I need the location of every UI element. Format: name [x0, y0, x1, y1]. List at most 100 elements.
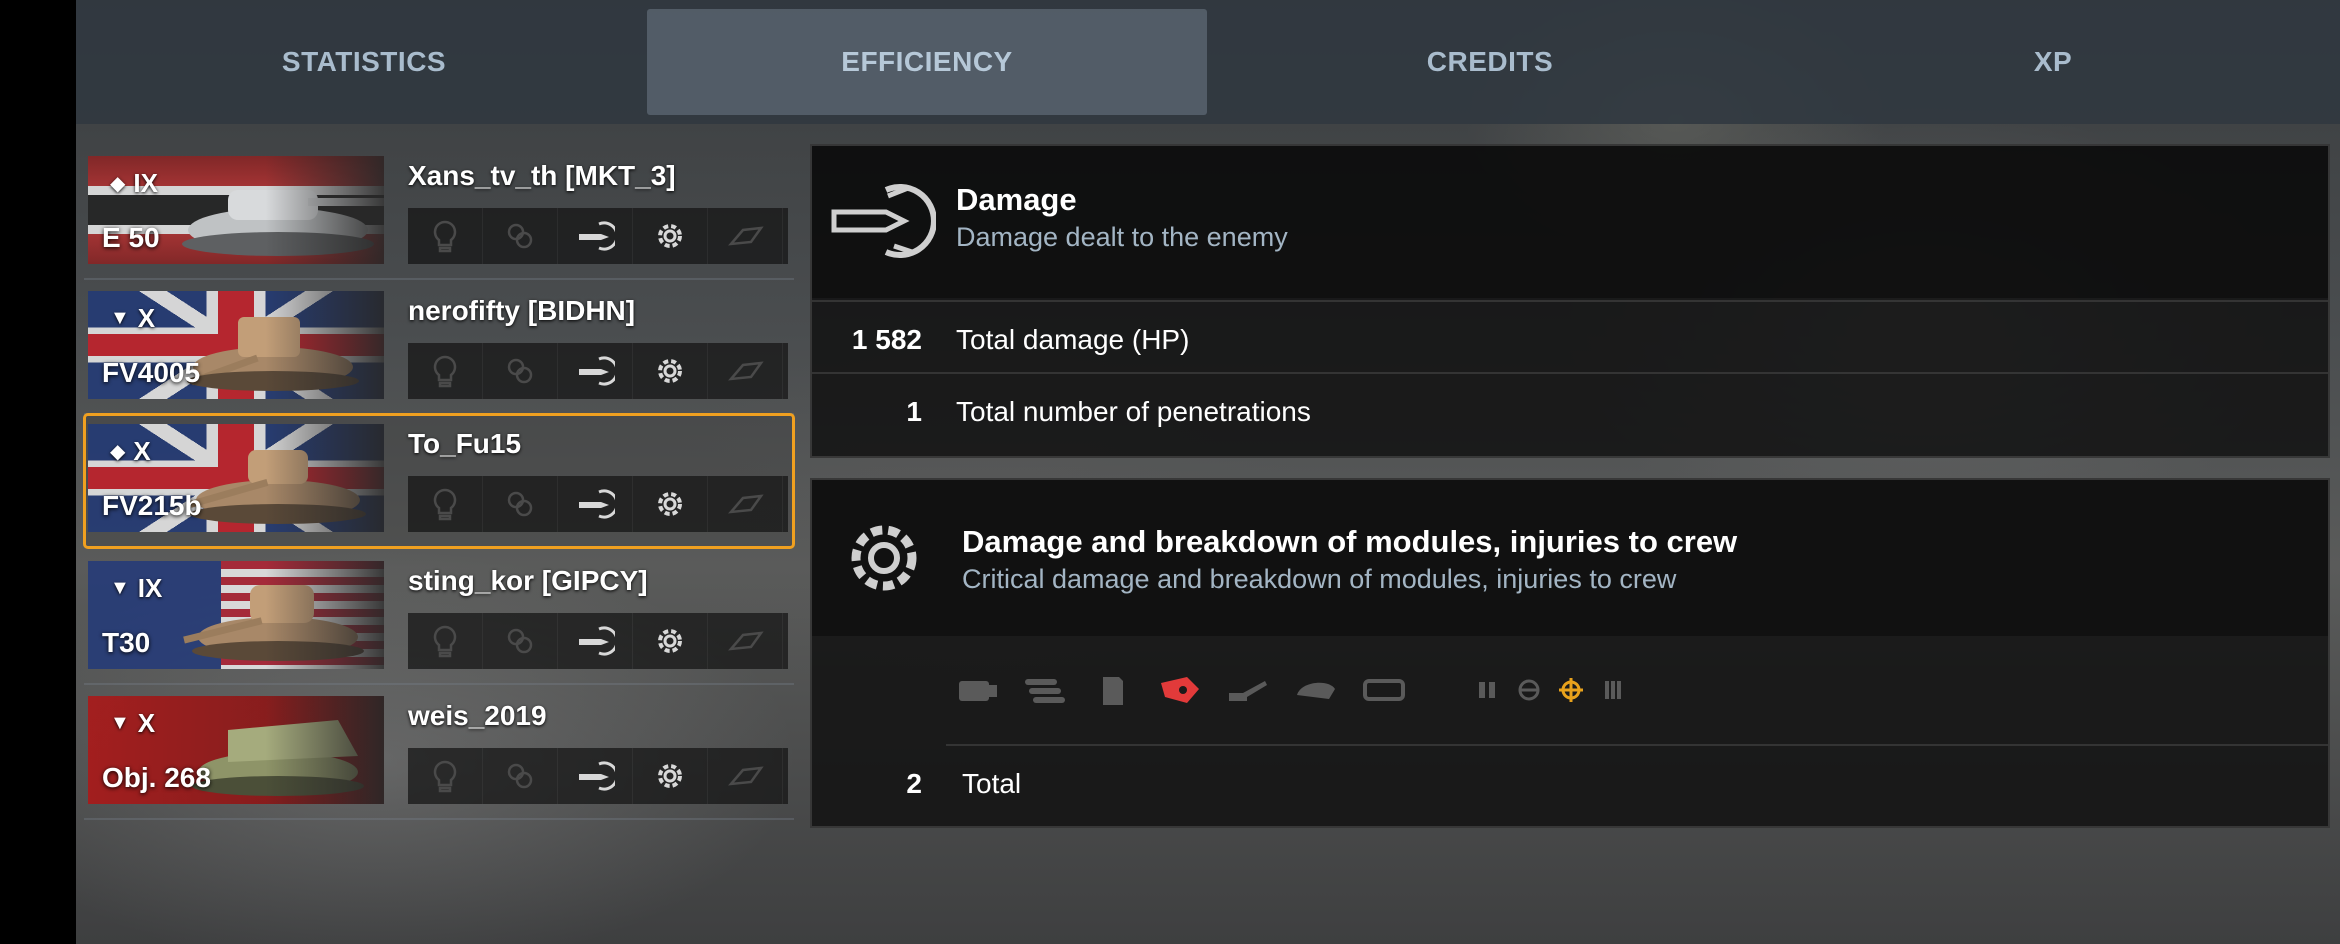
panel-title: Damage: [956, 182, 1077, 217]
td-icon: ▼: [110, 712, 130, 734]
panel-subtitle: Damage dealt to the enemy: [956, 222, 1288, 252]
spotting-bulb-icon: [408, 613, 483, 669]
ammo-rack-icon: [1020, 670, 1068, 710]
tier-value: X: [137, 303, 156, 333]
medium-tank-icon: ◆: [110, 441, 126, 463]
battle-results-screen: STATISTICS EFFICIENCY CREDITS XP ◆ IX E …: [76, 0, 2340, 944]
assist-icon: [483, 343, 558, 399]
stat-label: Total: [962, 768, 1022, 799]
track-icon: [1360, 670, 1408, 710]
radio-icon: [1156, 670, 1204, 710]
blocked-armor-icon: [708, 343, 783, 399]
damage-shell-icon: [558, 613, 633, 669]
module-icons: [952, 670, 1640, 710]
gunner-icon: [1556, 675, 1586, 705]
gun-icon: [1224, 670, 1272, 710]
player-row-selected[interactable]: ◆ X FV215b To_Fu15: [83, 413, 795, 549]
stat-label: Total damage (HP): [956, 324, 1190, 355]
driver-icon: [1514, 675, 1544, 705]
spotting-bulb-icon: [408, 208, 483, 264]
assist-icon: [483, 613, 558, 669]
stat-value: 1 582: [851, 324, 922, 355]
module-gear-icon: [633, 748, 708, 804]
vehicle-card: ▼ IX T30: [88, 561, 384, 669]
stat-label: Total number of penetrations: [956, 396, 1311, 427]
module-gear-icon: [633, 208, 708, 264]
fuel-tank-icon: [1088, 670, 1136, 710]
loader-icon: [1598, 675, 1628, 705]
medium-tank-icon: ◆: [110, 173, 126, 195]
vehicle-card: ▼ X Obj. 268: [88, 696, 384, 804]
stat-row-total-damage: 1 582 Total damage (HP): [812, 300, 2328, 382]
spotting-bulb-icon: [408, 476, 483, 532]
commander-icon: [1472, 675, 1502, 705]
modules-panel-header: Damage and breakdown of modules, injurie…: [812, 480, 2328, 636]
stat-value: 1: [906, 396, 922, 427]
module-gear-icon: [633, 343, 708, 399]
blocked-armor-icon: [708, 208, 783, 264]
tier-label: ▼ IX: [110, 573, 162, 604]
player-name: nerofifty [BIDHN]: [408, 295, 636, 326]
td-icon: ▼: [110, 307, 130, 329]
tab-xp[interactable]: XP: [1773, 9, 2333, 115]
player-row[interactable]: ▼ X Obj. 268 weis_2019: [84, 686, 794, 820]
turret-icon: [1292, 670, 1340, 710]
tank-name: T30: [102, 627, 151, 658]
modules-panel: Damage and breakdown of modules, injurie…: [810, 478, 2330, 828]
damage-shell-icon: [558, 748, 633, 804]
damage-shell-icon: [558, 208, 633, 264]
tier-value: X: [133, 436, 151, 466]
tab-statistics[interactable]: STATISTICS: [84, 9, 644, 115]
blocked-armor-icon: [708, 613, 783, 669]
medal-strip: [408, 343, 788, 399]
vehicle-card: ◆ IX E 50: [88, 156, 384, 264]
damage-shell-icon: [831, 184, 936, 258]
damage-shell-icon: [558, 476, 633, 532]
player-name: weis_2019: [408, 700, 547, 731]
tank-name: Obj. 268: [102, 762, 211, 793]
player-name: Xans_tv_th [MKT_3]: [408, 160, 676, 191]
tank-name: FV4005: [102, 357, 201, 388]
stat-value: 2: [906, 768, 922, 799]
medal-strip: [408, 613, 788, 669]
medal-strip: [408, 208, 788, 264]
tank-name: FV215b: [102, 490, 202, 521]
blocked-armor-icon: [708, 748, 783, 804]
tab-efficiency[interactable]: EFFICIENCY: [647, 9, 1207, 115]
engine-icon: [952, 670, 1000, 710]
tier-label: ▼ X: [110, 303, 155, 334]
spotting-bulb-icon: [408, 748, 483, 804]
tank-name: E 50: [102, 222, 160, 253]
vehicle-card: ▼ X FV4005: [88, 291, 384, 399]
td-icon: ▼: [110, 577, 130, 599]
module-gear-icon: [851, 525, 917, 591]
panel-subtitle: Critical damage and breakdown of modules…: [962, 564, 1677, 594]
damage-panel: Damage Damage dealt to the enemy 1 582 T…: [810, 144, 2330, 458]
damage-panel-header: Damage Damage dealt to the enemy: [812, 146, 2328, 298]
tier-label: ◆ IX: [110, 168, 158, 199]
tier-value: IX: [137, 573, 163, 603]
tab-bar: STATISTICS EFFICIENCY CREDITS XP: [76, 0, 2340, 124]
tab-credits[interactable]: CREDITS: [1210, 9, 1770, 115]
assist-icon: [483, 208, 558, 264]
vehicle-card: ◆ X FV215b: [88, 424, 384, 532]
medal-strip: [408, 748, 788, 804]
assist-icon: [483, 748, 558, 804]
tier-label: ▼ X: [110, 708, 155, 739]
player-name: sting_kor [GIPCY]: [408, 565, 648, 596]
module-gear-icon: [633, 476, 708, 532]
spotting-bulb-icon: [408, 343, 483, 399]
player-row[interactable]: ◆ IX E 50 Xans_tv_th [MKT_3]: [84, 146, 794, 280]
module-gear-icon: [633, 613, 708, 669]
blocked-armor-icon: [708, 476, 783, 532]
player-row[interactable]: ▼ X FV4005 nerofifty [BIDHN]: [84, 281, 794, 415]
tier-label: ◆ X: [110, 436, 151, 467]
panel-title: Damage and breakdown of modules, injurie…: [962, 524, 1738, 559]
damage-shell-icon: [558, 343, 633, 399]
player-name: To_Fu15: [408, 428, 522, 459]
stat-row-penetrations: 1 Total number of penetrations: [812, 372, 2328, 454]
assist-icon: [483, 476, 558, 532]
player-row[interactable]: ▼ IX T30 sting_kor [GIPCY]: [84, 551, 794, 685]
stat-row-total: 2 Total: [812, 746, 2328, 826]
tier-value: X: [137, 708, 156, 738]
